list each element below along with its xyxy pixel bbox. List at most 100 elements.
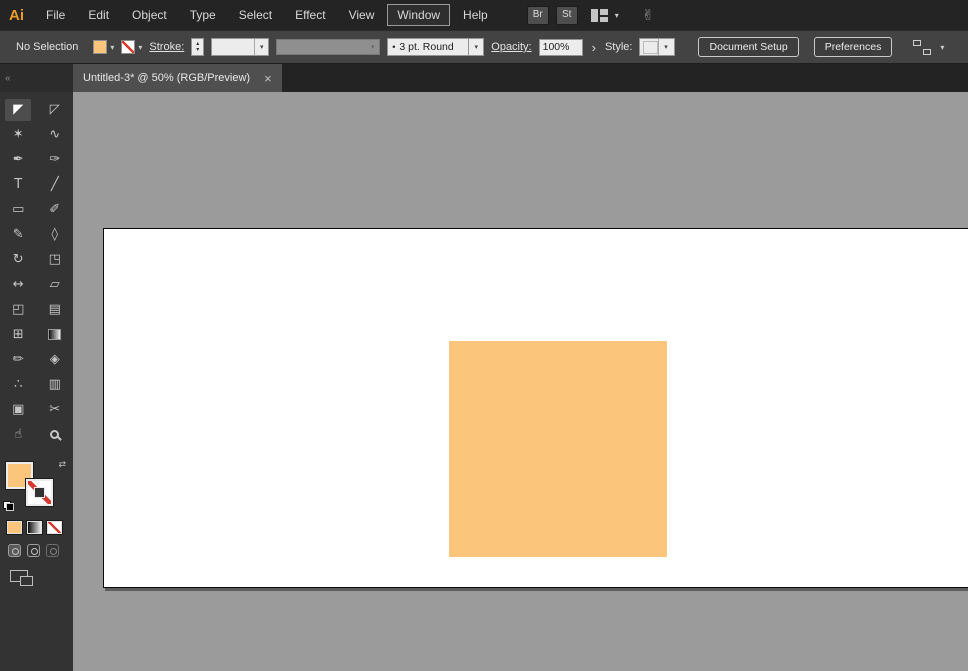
color-button[interactable] (7, 521, 22, 534)
arrange-chevron-icon[interactable]: ▾ (940, 43, 944, 52)
menu-select[interactable]: Select (229, 4, 282, 26)
artboard-tool-icon: ▣ (12, 402, 25, 417)
control-bar: No Selection ▾ ▾ Stroke: ▴ ▾ ▾ ▾ • 3 pt. R… (0, 30, 968, 64)
fill-color-chip[interactable] (93, 40, 108, 54)
style-combo[interactable]: ▾ (639, 38, 676, 56)
brush-chevron-icon[interactable]: ▾ (469, 38, 485, 56)
lasso-tool-icon: ∿ (49, 127, 61, 142)
stroke-proxy-swatch[interactable] (26, 479, 53, 506)
stroke-swatch-control[interactable]: ▾ (121, 40, 142, 54)
stroke-weight-chevron-icon[interactable]: ▾ (254, 39, 268, 55)
fill-swatch-control[interactable]: ▾ (93, 40, 114, 54)
rotate-tool[interactable]: ↻ (5, 249, 31, 271)
blend-tool[interactable]: ◈ (42, 349, 68, 371)
artboard[interactable] (103, 228, 968, 588)
style-chevron-icon[interactable]: ▾ (658, 39, 672, 55)
workspace-switcher-icon[interactable] (590, 8, 608, 22)
menu-object[interactable]: Object (122, 4, 177, 26)
lasso-tool[interactable]: ∿ (42, 124, 68, 146)
draw-inside-button[interactable] (46, 544, 59, 557)
column-graph-tool[interactable]: ▥ (42, 374, 68, 396)
collapse-arrows-icon: « (5, 72, 10, 84)
artboard-tool[interactable]: ▣ (5, 399, 31, 421)
stroke-weight-combo[interactable]: ▾ (211, 38, 270, 56)
pencil-tool[interactable]: ✎ (5, 224, 31, 246)
free-transform-tool[interactable]: ▱ (42, 274, 68, 296)
menu-edit[interactable]: Edit (78, 4, 119, 26)
touch-workspace-icon[interactable]: ✌ (642, 6, 655, 24)
draw-normal-button[interactable] (8, 544, 21, 557)
line-segment-tool[interactable]: ╱ (42, 174, 68, 196)
gradient-tool[interactable] (42, 324, 68, 346)
menu-items: File Edit Object Type Select Effect View Window… (36, 4, 501, 26)
gradient-button[interactable] (27, 521, 42, 534)
direct-selection-tool[interactable]: ◸ (42, 99, 68, 121)
eyedropper-tool[interactable]: ✏ (5, 349, 31, 371)
tools-grid: ◤ ◸ ✶ ∿ ✒ ✑ T ╱ ▭ ✐ ✎ ◊ ↻ ◳ ↔ ▱ ◰ ▤ ⊞ ✏ ◈ ∴ ▥ ▣ ✂ ☝ (0, 92, 73, 447)
stroke-color-chip[interactable] (121, 40, 136, 54)
app-bar-controls: Br St ▾ ✌ (526, 5, 655, 25)
width-profile-combo[interactable]: ▾ (276, 39, 381, 55)
selection-tool[interactable]: ◤ (5, 98, 32, 121)
mesh-tool[interactable]: ⊞ (5, 324, 31, 346)
perspective-grid-tool[interactable]: ▤ (42, 299, 68, 321)
none-button[interactable] (47, 521, 62, 534)
opacity-expand-icon[interactable]: › (590, 41, 598, 54)
brush-definition-combo[interactable]: • 3 pt. Round (387, 38, 470, 56)
direct-selection-tool-icon: ◸ (49, 102, 60, 117)
screen-mode-button[interactable] (10, 570, 33, 586)
rectangle-tool[interactable]: ▭ (5, 199, 31, 221)
arrange-icon[interactable] (913, 39, 933, 55)
paintbrush-tool[interactable]: ✐ (42, 199, 68, 221)
fill-chevron-icon[interactable]: ▾ (110, 43, 114, 52)
draw-behind-button[interactable] (27, 544, 40, 557)
eraser-tool-icon: ◊ (51, 227, 58, 242)
menu-help[interactable]: Help (453, 4, 498, 26)
scale-tool[interactable]: ◳ (42, 249, 68, 271)
preferences-button[interactable]: Preferences (813, 37, 893, 57)
magic-wand-tool-icon: ✶ (12, 127, 24, 142)
stroke-weight-stepper[interactable]: ▴ ▾ (191, 38, 205, 56)
hand-tool[interactable]: ☝ (5, 424, 31, 446)
eraser-tool[interactable]: ◊ (42, 224, 68, 246)
pen-tool[interactable]: ✒ (5, 149, 31, 171)
slice-tool-icon: ✂ (49, 402, 61, 417)
menu-view[interactable]: View (339, 4, 385, 26)
menu-window[interactable]: Window (387, 4, 451, 26)
menu-effect[interactable]: Effect (285, 4, 335, 26)
tab-close-icon[interactable]: × (264, 72, 272, 85)
stroke-label[interactable]: Stroke: (149, 41, 184, 53)
document-setup-button[interactable]: Document Setup (698, 37, 799, 57)
stepper-down-icon[interactable]: ▾ (196, 47, 199, 53)
brush-panel-button[interactable]: Br (526, 5, 549, 25)
canvas-area[interactable] (73, 92, 968, 671)
line-segment-tool-icon: ╱ (50, 177, 59, 192)
graphic-styles-panel-button[interactable]: St (555, 5, 578, 25)
swap-fill-stroke-icon[interactable]: ⇄ (58, 459, 66, 470)
menu-file[interactable]: File (36, 4, 75, 26)
workspace-chevron-icon[interactable]: ▾ (615, 11, 619, 20)
blend-tool-icon: ◈ (49, 352, 60, 367)
document-tab[interactable]: Untitled-3* @ 50% (RGB/Preview) × (73, 64, 282, 92)
slice-tool[interactable]: ✂ (42, 399, 68, 421)
default-fill-stroke-icon[interactable] (3, 501, 14, 511)
width-tool[interactable]: ↔ (5, 274, 31, 296)
paintbrush-tool-icon: ✐ (49, 202, 61, 217)
menu-type[interactable]: Type (180, 4, 226, 26)
opacity-input[interactable] (538, 38, 583, 56)
fill-stroke-proxy: ⇄ (0, 459, 73, 513)
symbol-sprayer-tool[interactable]: ∴ (5, 374, 31, 396)
stroke-chevron-icon[interactable]: ▾ (138, 43, 142, 52)
magic-wand-tool[interactable]: ✶ (5, 124, 31, 146)
type-tool[interactable]: T (5, 174, 31, 196)
style-label[interactable]: Style: (605, 41, 633, 53)
opacity-label[interactable]: Opacity: (491, 41, 531, 53)
curvature-tool[interactable]: ✑ (42, 149, 68, 171)
drawn-rectangle[interactable] (449, 341, 667, 557)
shape-builder-tool[interactable]: ◰ (5, 299, 31, 321)
panel-collapse-button[interactable]: « (0, 64, 73, 92)
brush-definition-control: • 3 pt. Round ▾ (387, 38, 485, 56)
main-area: ◤ ◸ ✶ ∿ ✒ ✑ T ╱ ▭ ✐ ✎ ◊ ↻ ◳ ↔ ▱ ◰ ▤ ⊞ ✏ ◈ ∴ ▥ ▣ ✂ ☝ ⇄ (0, 92, 968, 671)
column-graph-tool-icon: ▥ (48, 377, 61, 392)
zoom-tool[interactable] (42, 424, 68, 446)
